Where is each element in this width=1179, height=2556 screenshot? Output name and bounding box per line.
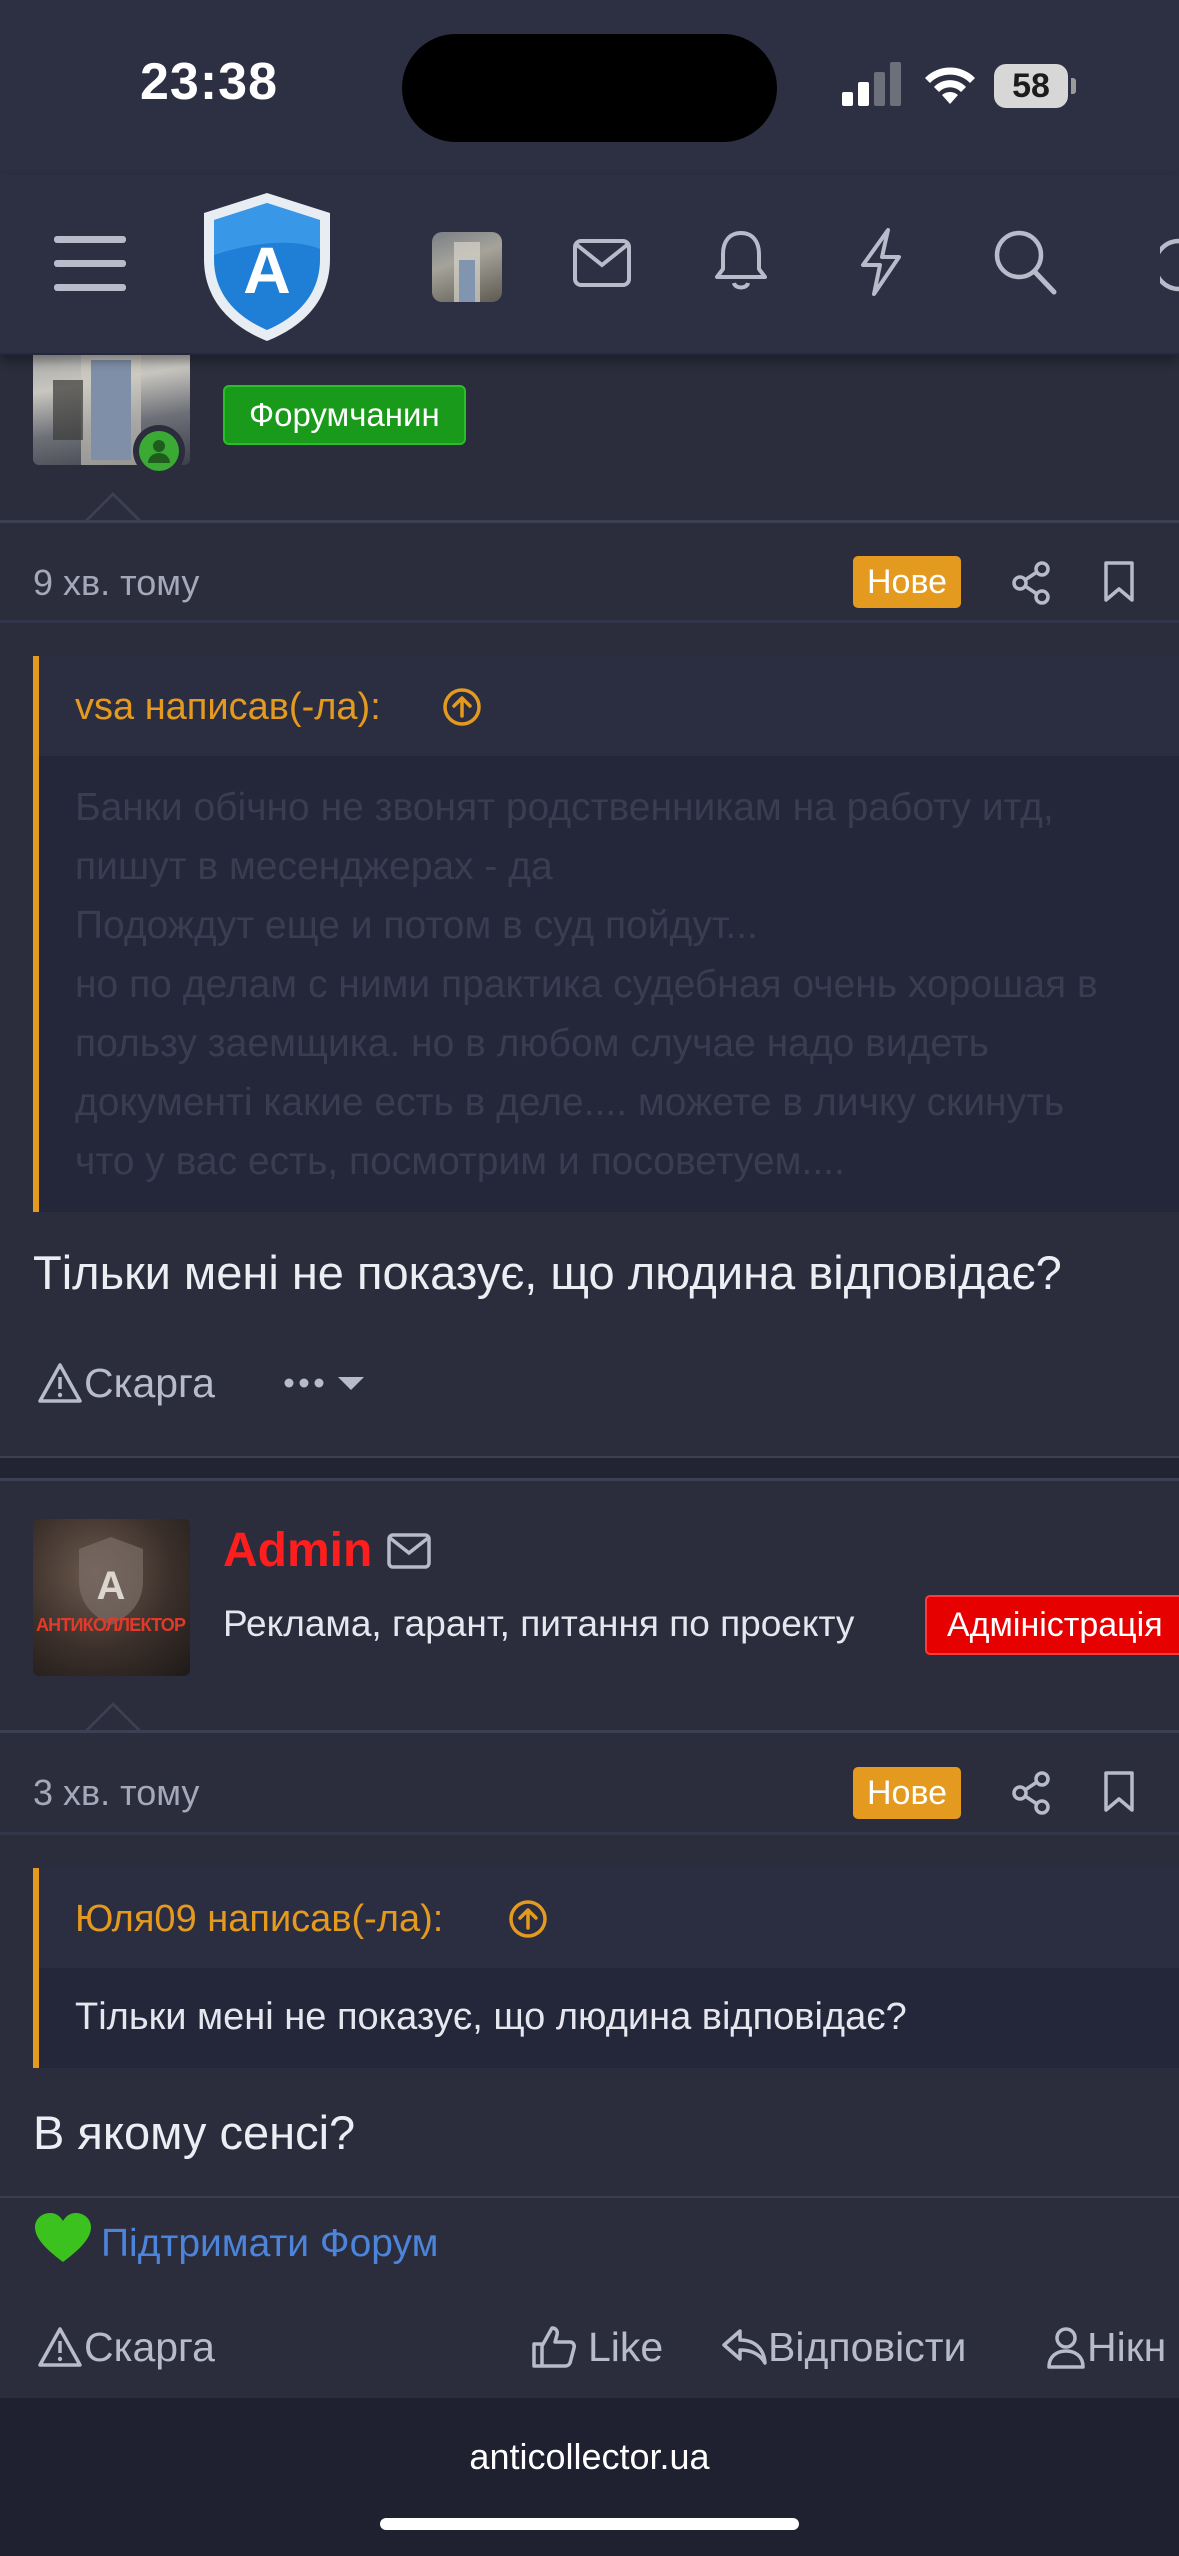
online-status-icon <box>133 425 185 477</box>
logo-letter: A <box>243 233 291 307</box>
wifi-icon <box>925 67 975 104</box>
jump-to-quote-icon[interactable] <box>507 1898 549 1940</box>
jump-to-quote-icon[interactable] <box>441 686 483 728</box>
bookmark-icon[interactable] <box>1102 560 1136 604</box>
bell-icon[interactable] <box>712 227 770 295</box>
mail-icon[interactable] <box>387 1533 431 1569</box>
user-title: Реклама, гарант, питання по проекту <box>223 1603 855 1644</box>
warning-icon <box>38 2327 82 2367</box>
share-icon[interactable] <box>1010 1770 1052 1816</box>
status-bar: 23:38 58 <box>0 0 1179 175</box>
post-arrow <box>83 492 143 523</box>
divider <box>0 1832 1179 1835</box>
mail-icon[interactable] <box>572 238 632 288</box>
more-menu-button[interactable] <box>283 1368 371 1398</box>
avatar-letter: A <box>97 1564 126 1608</box>
support-forum-link[interactable]: Підтримати Форум <box>101 2222 438 2266</box>
bookmark-icon[interactable] <box>1102 1770 1136 1814</box>
battery-level: 58 <box>1012 67 1050 105</box>
quote-block: Юля09 написав(-ла): Тільки мені не показ… <box>33 1868 1179 2068</box>
admin-avatar[interactable]: A АНТИКОЛЛЕКТОР <box>33 1519 190 1676</box>
battery-cap <box>1071 78 1076 94</box>
menu-icon[interactable] <box>54 233 126 295</box>
url-text[interactable]: anticollector.ua <box>0 2436 1179 2478</box>
heart-icon <box>35 2213 91 2262</box>
quote-line: Подождут еще и потом в суд пойдут... <box>75 904 758 947</box>
new-badge: Нове <box>853 1767 962 1819</box>
quote-author[interactable]: vsa написав(-ла): <box>75 686 381 729</box>
thumbs-up-icon <box>532 2326 576 2368</box>
more-icon <box>284 1377 364 1390</box>
quote-text: Тільки мені не показує, що людина відпов… <box>75 1996 907 2038</box>
share-icon[interactable] <box>1010 560 1052 606</box>
quote-body: Банки обічно не звонят родственникам на … <box>75 778 1179 1191</box>
quote-header: Юля09 написав(-ла): <box>39 1868 1179 1968</box>
divider <box>0 620 1179 623</box>
quote-line: пишут в месенджерах - да <box>75 845 553 888</box>
like-button[interactable]: Like <box>530 2322 663 2372</box>
report-button[interactable]: Скарга <box>36 2322 215 2372</box>
account-avatar[interactable] <box>432 232 502 302</box>
quote-line: пользу заемщика. но в любом случае надо … <box>75 1022 989 1065</box>
post-time[interactable]: 3 хв. тому <box>33 1772 199 1814</box>
reply-button[interactable]: Відповісти <box>720 2322 966 2372</box>
admin-role-badge: Адміністрація <box>925 1595 1179 1655</box>
cellular-signal-icon <box>842 62 901 106</box>
post-arrow <box>83 1702 143 1733</box>
dynamic-island <box>402 34 777 142</box>
user-role-badge: Форумчанин <box>223 385 466 445</box>
status-time: 23:38 <box>140 53 278 111</box>
search-icon[interactable] <box>992 227 1058 297</box>
post-separator <box>0 1458 1179 1480</box>
quote-line: Банки обічно не звонят родственникам на … <box>75 786 1054 829</box>
report-label: Скарга <box>84 1359 215 1406</box>
quote-line: но по делам с ними практика судебная оче… <box>75 963 1098 1006</box>
report-button[interactable]: Скарга <box>36 1358 215 1408</box>
post-message: В якому сенсі? <box>33 2106 356 2159</box>
lightning-icon[interactable] <box>856 227 906 297</box>
post-message: Тільки мені не показує, що людина відпов… <box>33 1246 1062 1299</box>
quote-line: документі какие есть в деле.... можете в… <box>75 1081 1065 1124</box>
divider <box>0 2196 1179 2198</box>
more-nav-icon[interactable] <box>1160 235 1179 295</box>
admin-username[interactable]: Admin <box>223 1523 372 1578</box>
nickname-button[interactable]: Нікн <box>1045 2322 1166 2372</box>
divider <box>0 520 1179 523</box>
divider <box>0 1478 1179 1481</box>
forum-top-navigation: A <box>0 175 1179 355</box>
reply-label: Відповісти <box>768 2323 967 2370</box>
quote-header: vsa написав(-ла): <box>39 656 1179 756</box>
like-label: Like <box>588 2323 664 2370</box>
shield-logo-icon[interactable]: A <box>196 189 338 345</box>
report-label: Скарга <box>84 2323 215 2370</box>
home-indicator[interactable] <box>380 2518 799 2530</box>
divider <box>0 1730 1179 1733</box>
browser-url-bar[interactable]: anticollector.ua <box>0 2398 1179 2556</box>
warning-icon <box>38 1363 82 1403</box>
quote-line: что у вас есть, посмотрим и посоветуем..… <box>75 1140 845 1183</box>
reply-icon <box>722 2329 767 2365</box>
nickname-label: Нікн <box>1087 2323 1167 2370</box>
new-badge: Нове <box>853 556 962 608</box>
battery-indicator: 58 <box>994 64 1076 108</box>
user-icon <box>1047 2327 1085 2369</box>
quote-block: vsa написав(-ла): Банки обічно не звонят… <box>33 656 1179 1212</box>
post-time[interactable]: 9 хв. тому <box>33 562 199 604</box>
avatar-text: АНТИКОЛЛЕКТОР <box>36 1615 186 1635</box>
quote-author[interactable]: Юля09 написав(-ла): <box>75 1898 443 1941</box>
